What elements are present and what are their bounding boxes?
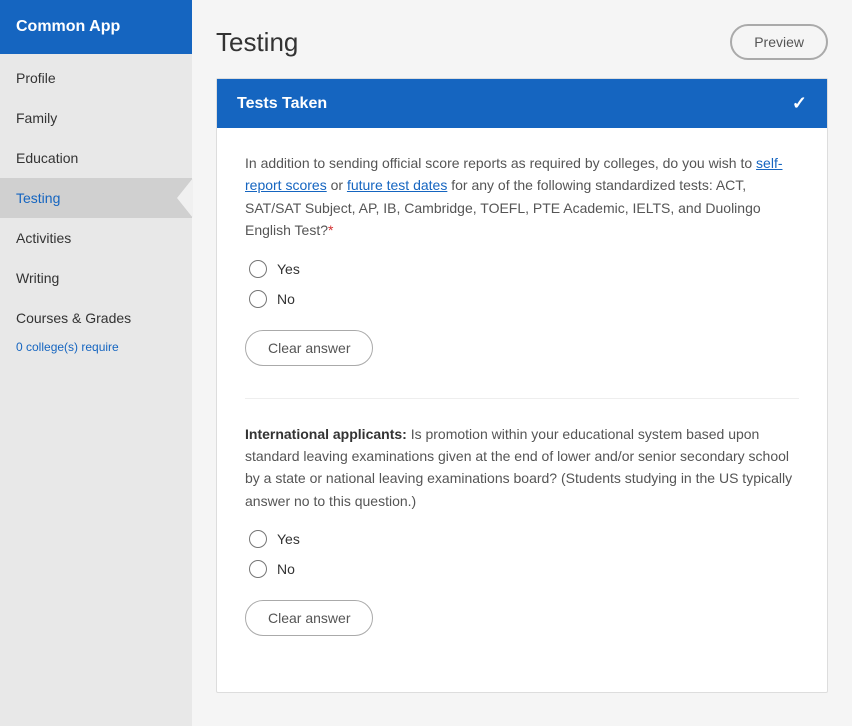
question1-yes-label[interactable]: Yes: [249, 260, 799, 278]
question2-clear-button[interactable]: Clear answer: [245, 600, 373, 636]
card-header-title: Tests Taken: [237, 95, 327, 113]
page-title-row: Testing Preview: [216, 24, 828, 60]
question2-bold-part: International applicants:: [245, 426, 407, 442]
question2-no-text: No: [277, 561, 295, 577]
preview-button[interactable]: Preview: [730, 24, 828, 60]
question2-section: International applicants: Is promotion w…: [245, 423, 799, 637]
section-divider: [245, 398, 799, 399]
tests-taken-card: Tests Taken ✓ In addition to sending off…: [216, 78, 828, 693]
main-content: Testing Preview Tests Taken ✓ In additio…: [192, 0, 852, 726]
question1-text: In addition to sending official score re…: [245, 152, 799, 242]
sidebar-header: Common App: [0, 0, 192, 54]
card-body: In addition to sending official score re…: [217, 128, 827, 692]
sidebar-nav: Profile Family Education Testing Activit…: [0, 58, 192, 364]
sidebar-item-courses-grades[interactable]: Courses & Grades: [0, 298, 192, 338]
page-title: Testing: [216, 27, 298, 58]
sidebar-item-education[interactable]: Education: [0, 138, 192, 178]
sidebar-item-profile[interactable]: Profile: [0, 58, 192, 98]
question1-clear-button[interactable]: Clear answer: [245, 330, 373, 366]
sidebar-item-testing[interactable]: Testing: [0, 178, 192, 218]
question1-section: In addition to sending official score re…: [245, 152, 799, 366]
question1-no-radio[interactable]: [249, 290, 267, 308]
chevron-down-icon[interactable]: ✓: [792, 93, 807, 114]
question1-radio-group: Yes No: [249, 260, 799, 308]
question2-radio-group: Yes No: [249, 530, 799, 578]
question2-text: International applicants: Is promotion w…: [245, 423, 799, 513]
question1-no-text: No: [277, 291, 295, 307]
sidebar-app-title: Common App: [16, 18, 120, 36]
question1-yes-text: Yes: [277, 261, 300, 277]
sidebar-courses-sub: 0 college(s) require: [0, 338, 192, 364]
sidebar: Common App Profile Family Education Test…: [0, 0, 192, 726]
question1-no-label[interactable]: No: [249, 290, 799, 308]
sidebar-item-activities[interactable]: Activities: [0, 218, 192, 258]
question2-yes-text: Yes: [277, 531, 300, 547]
sidebar-item-writing[interactable]: Writing: [0, 258, 192, 298]
card-header: Tests Taken ✓: [217, 79, 827, 128]
question2-no-radio[interactable]: [249, 560, 267, 578]
continue-row: Continue: [216, 717, 828, 726]
question2-no-label[interactable]: No: [249, 560, 799, 578]
question2-yes-radio[interactable]: [249, 530, 267, 548]
question2-yes-label[interactable]: Yes: [249, 530, 799, 548]
question1-yes-radio[interactable]: [249, 260, 267, 278]
sidebar-item-family[interactable]: Family: [0, 98, 192, 138]
